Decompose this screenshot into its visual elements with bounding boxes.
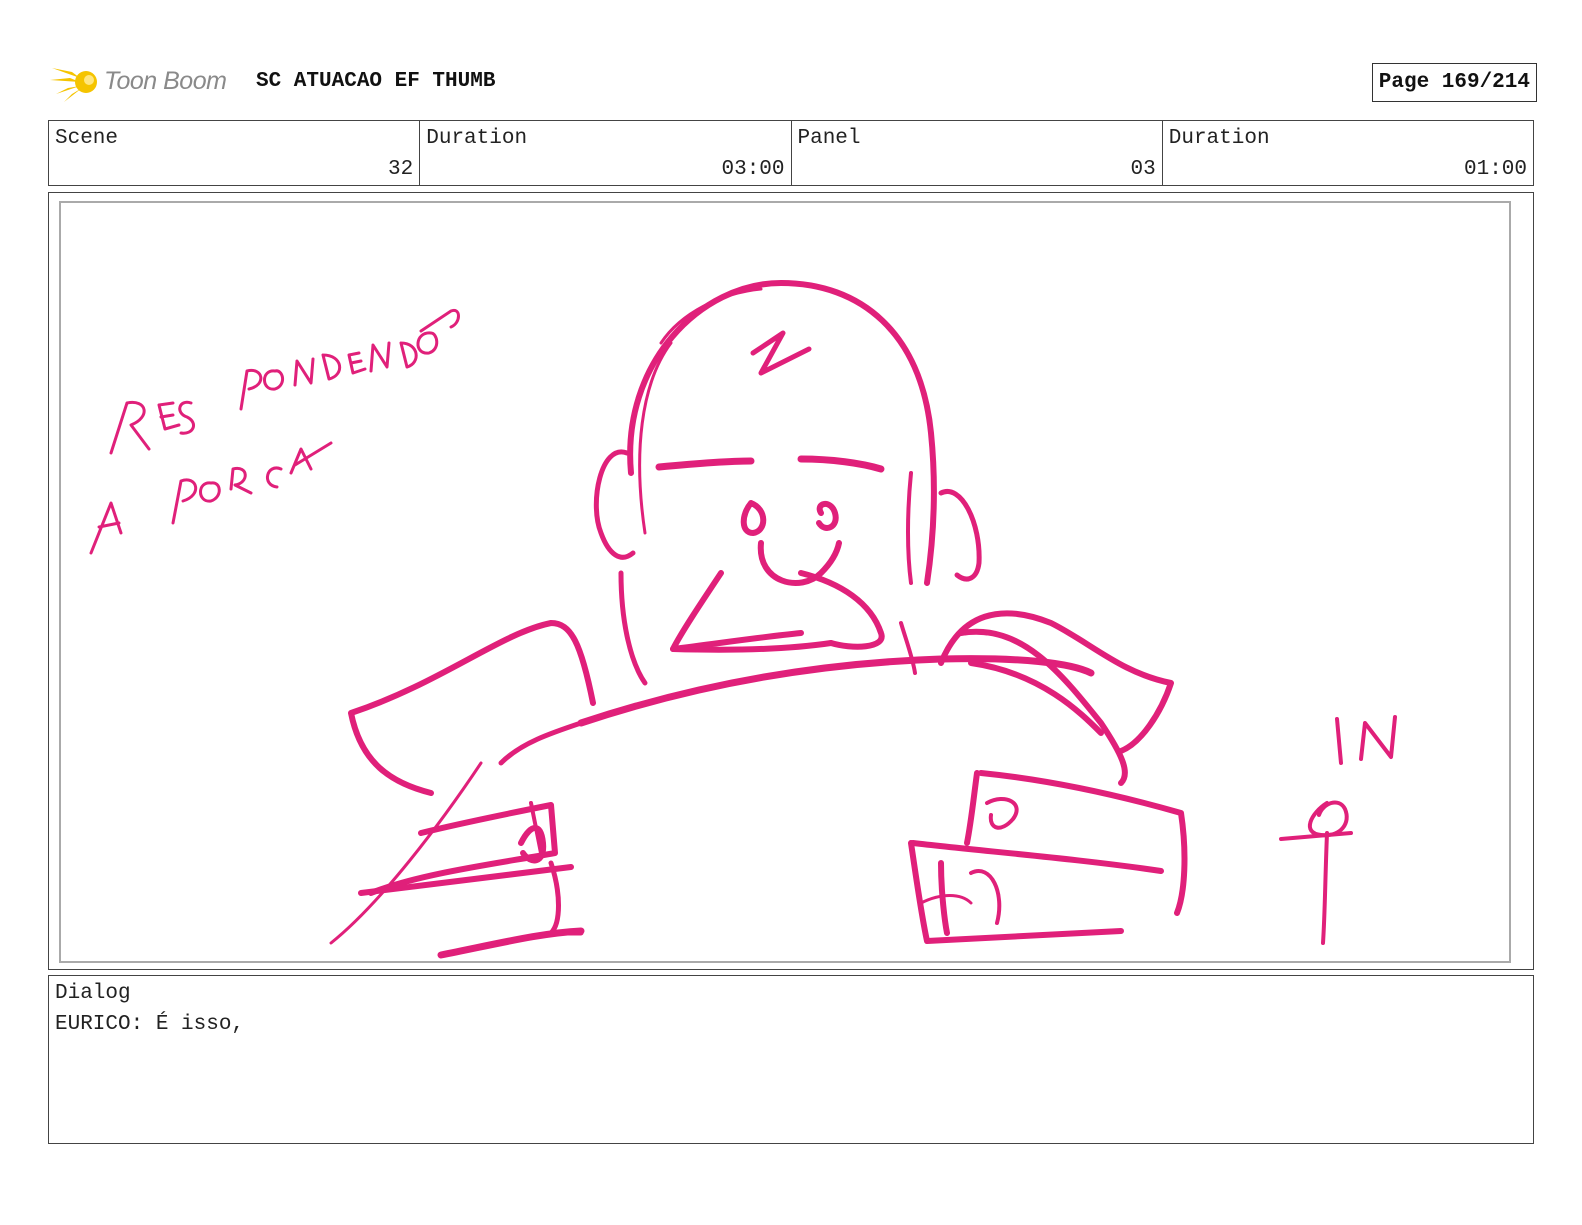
logo-star-icon bbox=[50, 68, 97, 102]
handwritten-note bbox=[89, 308, 460, 555]
panel-duration-label: Duration bbox=[1168, 127, 1270, 150]
in-arrow-mark bbox=[1279, 715, 1397, 945]
dialog-label: Dialog bbox=[55, 982, 131, 1005]
page-number: Page 169/214 bbox=[1371, 63, 1537, 102]
page-header: Toon Boom SC ATUACAO EF THUMB Page 169/2… bbox=[50, 58, 1537, 106]
panel-duration-cell: Duration 01:00 bbox=[1163, 121, 1533, 185]
scene-duration-value: 03:00 bbox=[721, 158, 785, 181]
scene-duration-cell: Duration 03:00 bbox=[420, 121, 792, 185]
right-book-stack bbox=[908, 770, 1188, 944]
dialog-box: Dialog EURICO: É isso, bbox=[48, 975, 1534, 1144]
sketch-drawing bbox=[89, 280, 1397, 959]
scene-duration-label: Duration bbox=[426, 127, 528, 150]
panel-value: 03 bbox=[1130, 158, 1156, 181]
project-title: SC ATUACAO EF THUMB bbox=[256, 70, 496, 93]
panel-label: Panel bbox=[797, 127, 861, 150]
scene-label: Scene bbox=[55, 127, 119, 150]
scene-cell: Scene 32 bbox=[49, 121, 421, 185]
panel-info-table: Scene 32 Duration 03:00 Panel 03 Duratio… bbox=[48, 120, 1534, 186]
toon-boom-logo: Toon Boom bbox=[50, 58, 240, 106]
panel-frame bbox=[59, 201, 1511, 963]
logo-wordmark: Toon Boom bbox=[104, 67, 227, 95]
panel-cell: Panel 03 bbox=[792, 121, 1163, 185]
character-body bbox=[329, 610, 1174, 945]
character-head bbox=[593, 280, 982, 686]
scene-value: 32 bbox=[388, 158, 414, 181]
dialog-text: EURICO: É isso, bbox=[55, 1013, 245, 1036]
panel-duration-value: 01:00 bbox=[1463, 158, 1527, 181]
storyboard-panel bbox=[48, 192, 1534, 970]
